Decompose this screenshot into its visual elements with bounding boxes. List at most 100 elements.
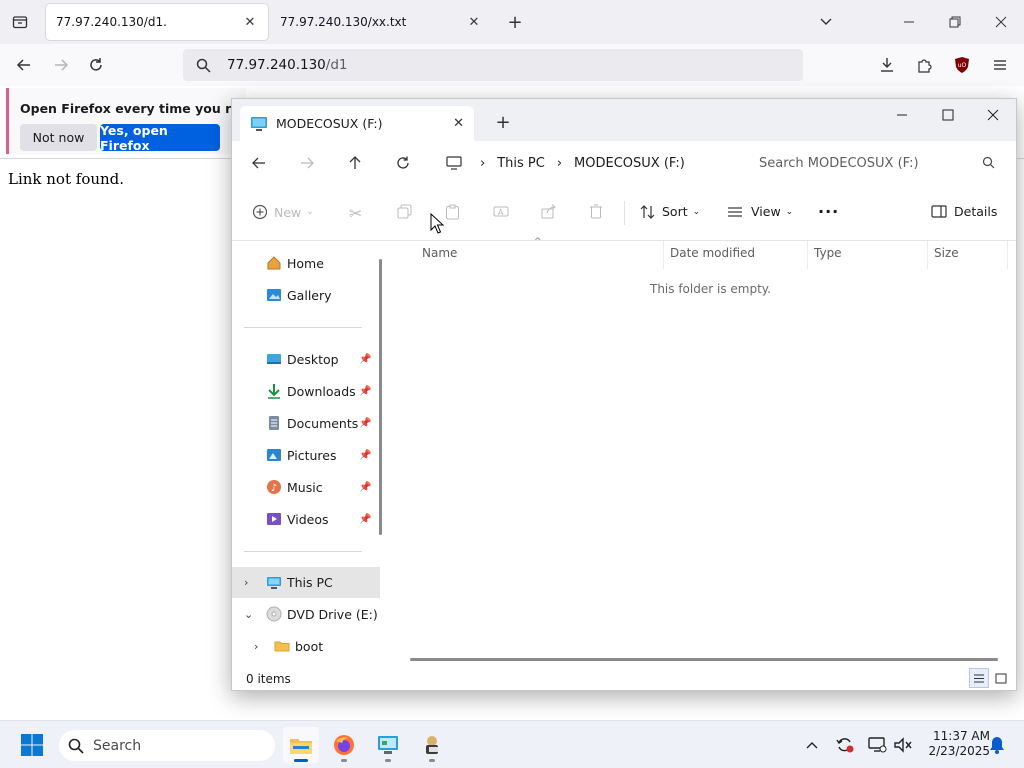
taskbar-file-explorer[interactable]: [283, 727, 319, 763]
nav-gallery[interactable]: Gallery: [232, 281, 380, 309]
column-type[interactable]: Type: [814, 246, 842, 260]
taskbar-firefox[interactable]: [326, 727, 362, 763]
column-size[interactable]: Size: [934, 246, 959, 260]
taskbar-control-panel[interactable]: [370, 727, 406, 763]
breadcrumb-this-pc[interactable]: This PC: [497, 156, 545, 171]
pin-icon: 📌: [359, 385, 372, 397]
network-icon[interactable]: [866, 735, 888, 755]
running-indicator: [429, 759, 435, 762]
chevron-up-icon[interactable]: [803, 736, 821, 754]
nav-videos[interactable]: Videos 📌: [232, 505, 380, 533]
nav-label: Home: [287, 255, 324, 271]
new-tab-icon[interactable]: +: [504, 12, 526, 33]
details-view-icon[interactable]: [969, 668, 989, 688]
chevron-right-icon[interactable]: ›: [254, 640, 258, 653]
clock[interactable]: 11:37 AM 2/23/2025: [920, 729, 990, 759]
notifications-bell-icon[interactable]: [987, 735, 1007, 755]
close-window-icon[interactable]: [990, 12, 1012, 32]
taskbar-app[interactable]: [414, 727, 450, 763]
close-icon[interactable]: ✕: [242, 15, 258, 30]
rename-icon[interactable]: A: [493, 204, 509, 219]
maximize-icon[interactable]: [938, 105, 958, 125]
search-icon: [982, 156, 995, 169]
chevron-right-icon[interactable]: ›: [244, 576, 248, 589]
sort-button[interactable]: Sort ⌄: [640, 204, 700, 219]
column-divider[interactable]: [807, 241, 808, 269]
taskbar-search-input[interactable]: Search: [59, 730, 275, 761]
more-options-icon[interactable]: ···: [818, 202, 839, 221]
nav-divider: [244, 327, 362, 328]
back-icon[interactable]: [249, 153, 269, 173]
tiles-view-icon[interactable]: [991, 668, 1011, 688]
close-icon[interactable]: ✕: [466, 15, 482, 30]
videos-icon: [266, 511, 282, 527]
tab-title: 77.97.240.130/d1.: [56, 15, 167, 29]
nav-label: Downloads: [287, 383, 356, 399]
up-icon[interactable]: [345, 153, 365, 173]
explorer-search-input[interactable]: Search MODECOSUX (F:): [745, 148, 1007, 178]
file-list: ^ Name Date modified Type Size This fold…: [388, 237, 1016, 667]
share-icon[interactable]: [541, 204, 557, 219]
column-date-modified[interactable]: Date modified: [670, 246, 755, 260]
downloads-icon[interactable]: [876, 54, 898, 76]
minimize-icon[interactable]: [892, 105, 912, 125]
close-tab-icon[interactable]: ✕: [453, 116, 464, 131]
ublock-icon[interactable]: uO: [951, 54, 973, 76]
not-now-button[interactable]: Not now: [20, 124, 97, 151]
new-tab-icon[interactable]: +: [494, 112, 512, 133]
refresh-icon[interactable]: [393, 153, 413, 173]
copy-icon[interactable]: [397, 204, 412, 219]
breadcrumb-drive[interactable]: MODECOSUX (F:): [574, 156, 685, 171]
close-window-icon[interactable]: [983, 105, 1003, 125]
nav-boot-folder[interactable]: › boot: [232, 632, 380, 660]
column-divider[interactable]: [927, 241, 928, 269]
horizontal-scrollbar[interactable]: [410, 658, 998, 661]
back-icon[interactable]: [13, 54, 35, 76]
sync-icon[interactable]: [834, 735, 856, 755]
tab-d1[interactable]: 77.97.240.130/d1. ✕: [46, 4, 268, 40]
nav-music[interactable]: ♪ Music 📌: [232, 473, 380, 501]
pin-icon: 📌: [359, 513, 372, 525]
nav-pictures[interactable]: Pictures 📌: [232, 441, 380, 469]
new-button[interactable]: New ⌄: [252, 204, 314, 220]
forward-icon[interactable]: [50, 54, 72, 76]
column-divider[interactable]: [663, 241, 664, 269]
restore-icon[interactable]: [944, 12, 966, 32]
menu-icon[interactable]: [989, 54, 1011, 76]
volume-muted-icon[interactable]: [892, 735, 914, 755]
reload-icon[interactable]: [85, 54, 107, 76]
cut-icon[interactable]: ✂: [349, 204, 362, 223]
column-name[interactable]: Name: [422, 246, 457, 260]
nav-this-pc[interactable]: › This PC: [232, 567, 380, 598]
tab-list-icon[interactable]: [10, 12, 30, 32]
nav-label: Gallery: [287, 287, 332, 303]
column-divider[interactable]: [1007, 241, 1008, 269]
explorer-tab[interactable]: MODECOSUX (F:) ✕: [240, 106, 474, 141]
chevron-down-icon[interactable]: [815, 12, 837, 32]
chevron-right-icon: ›: [556, 155, 563, 171]
paste-icon[interactable]: [445, 204, 460, 220]
nav-documents[interactable]: Documents 📌: [232, 409, 380, 437]
nav-scrollbar[interactable]: [379, 259, 382, 535]
nav-desktop[interactable]: Desktop 📌: [232, 345, 380, 373]
start-button[interactable]: [14, 727, 50, 763]
search-icon: [68, 738, 84, 754]
forward-icon[interactable]: [297, 153, 317, 173]
nav-dvd-drive[interactable]: ⌄ DVD Drive (E:) C: [232, 600, 380, 628]
folder-icon: [274, 638, 290, 654]
details-button[interactable]: Details: [931, 204, 997, 219]
delete-icon[interactable]: [589, 204, 603, 219]
breadcrumb[interactable]: › This PC › MODECOSUX (F:): [438, 148, 731, 178]
nav-home[interactable]: Home: [232, 249, 380, 277]
extensions-icon[interactable]: [913, 54, 935, 76]
plus-circle-icon: [252, 204, 268, 220]
open-firefox-button[interactable]: Yes, open Firefox: [100, 123, 220, 153]
view-button[interactable]: View ⌄: [727, 204, 793, 219]
navigation-pane: Home Gallery Desktop 📌 Downloads 📌 Docum…: [232, 241, 380, 667]
url-bar[interactable]: 77.97.240.130/d1: [183, 49, 803, 81]
nav-downloads[interactable]: Downloads 📌: [232, 377, 380, 405]
clock-time: 11:37 AM: [933, 729, 990, 743]
minimize-icon[interactable]: [898, 12, 920, 32]
chevron-down-icon[interactable]: ⌄: [244, 608, 253, 621]
tab-xx-txt[interactable]: 77.97.240.130/xx.txt ✕: [270, 4, 492, 40]
